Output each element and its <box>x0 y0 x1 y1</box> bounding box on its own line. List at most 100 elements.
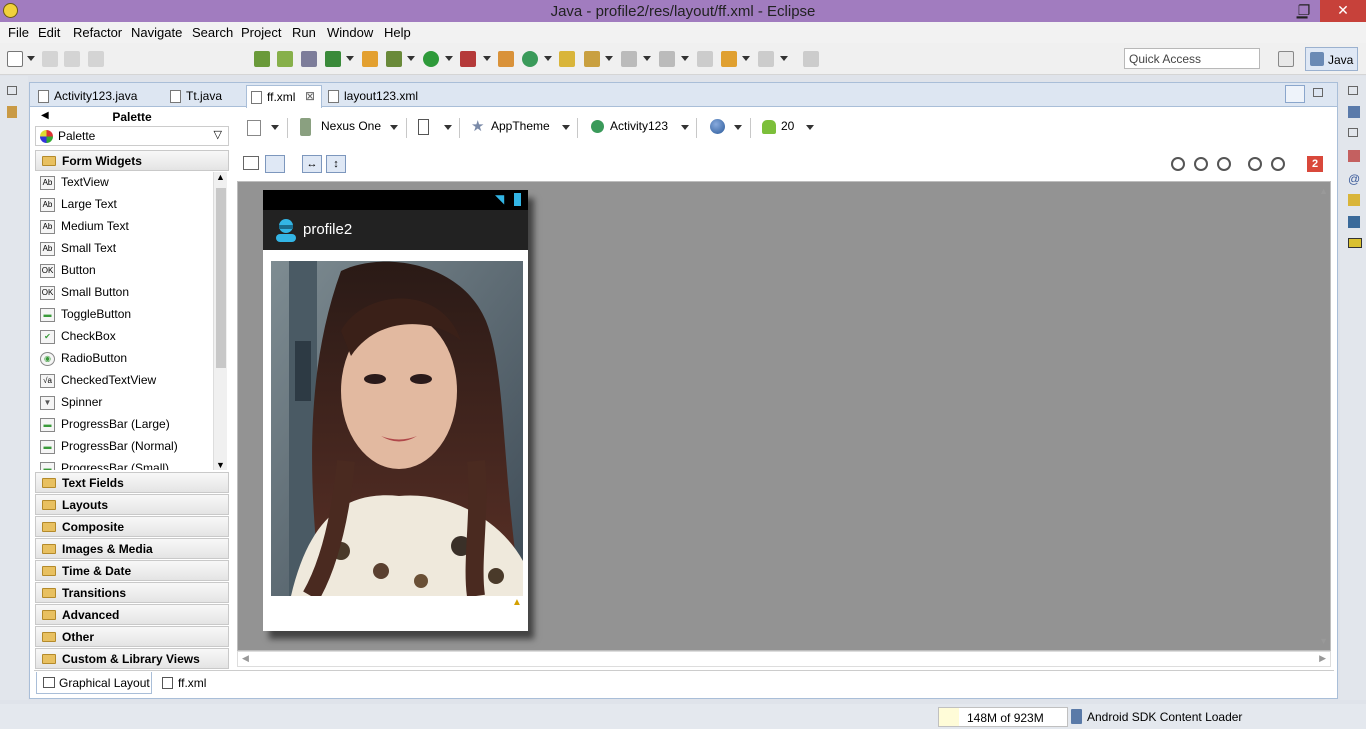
java-perspective-button[interactable]: Java <box>1305 47 1358 71</box>
android-avd-manager-icon[interactable] <box>277 51 293 67</box>
trash-gc-icon[interactable] <box>1071 709 1082 724</box>
palette-item-small-text[interactable]: Ab Small Text <box>35 238 211 260</box>
layout-canvas[interactable]: ◥ profile2 ▲ ▲ ▼ <box>237 181 1331 651</box>
previous-annotation-dropdown-icon[interactable] <box>681 56 689 61</box>
zoom-minus-icon[interactable] <box>1248 157 1262 171</box>
device-select[interactable]: Nexus One <box>321 119 381 133</box>
console-icon[interactable] <box>1348 216 1360 228</box>
palette-item-radiobutton[interactable]: ◉ RadioButton <box>35 348 211 370</box>
device-preview[interactable]: ◥ profile2 ▲ <box>263 190 528 631</box>
palette-item-checkedtextview[interactable]: √a CheckedTextView <box>35 370 211 392</box>
zoom-out-icon[interactable] <box>1171 157 1185 171</box>
tab-ff-xml[interactable]: ff.xml ⊠ <box>246 85 322 108</box>
palette-header[interactable]: ◀ Palette <box>35 110 229 124</box>
maximize-button[interactable]: ❐ <box>1290 0 1318 22</box>
tab-activity123-java[interactable]: Activity123.java <box>34 85 164 107</box>
logcat-icon[interactable] <box>1348 238 1362 248</box>
palette-item-large-text[interactable]: Ab Large Text <box>35 194 211 216</box>
activity-dropdown-icon[interactable] <box>681 125 689 130</box>
orientation-icon[interactable] <box>418 119 429 135</box>
api-dropdown-icon[interactable] <box>806 125 814 130</box>
new-java-class-icon[interactable] <box>522 51 538 67</box>
new-dropdown-icon[interactable] <box>27 56 35 61</box>
package-explorer-icon[interactable] <box>7 106 17 118</box>
category-form-widgets[interactable]: Form Widgets <box>35 150 229 171</box>
category-transitions[interactable]: Transitions <box>35 582 229 603</box>
lint-icon[interactable] <box>301 51 317 67</box>
search-icon[interactable] <box>584 51 600 67</box>
run-icon[interactable] <box>423 51 439 67</box>
open-type-icon[interactable] <box>559 51 575 67</box>
menu-help[interactable]: Help <box>384 25 411 40</box>
menu-refactor[interactable]: Refactor <box>73 25 122 40</box>
restore-right-view-2-icon[interactable] <box>1348 128 1358 137</box>
theme-select[interactable]: AppTheme <box>491 119 550 133</box>
scroll-down-icon[interactable]: ▼ <box>216 460 225 470</box>
device-dropdown-icon[interactable] <box>390 125 398 130</box>
pin-editor-icon[interactable] <box>803 51 819 67</box>
palette-item-checkbox[interactable]: ✔ CheckBox <box>35 326 211 348</box>
external-tools-icon[interactable] <box>460 51 476 67</box>
heap-status[interactable]: 148M of 923M <box>938 707 1068 727</box>
back-icon[interactable] <box>721 51 737 67</box>
palette-item-spinner[interactable]: ▼ Spinner <box>35 392 211 414</box>
api-level-select[interactable]: 20 <box>781 119 794 133</box>
menu-search[interactable]: Search <box>192 25 233 40</box>
toggle-layout-icon[interactable] <box>265 155 285 173</box>
collapse-palette-icon[interactable]: ◀ <box>41 110 49 121</box>
tab-tt-java[interactable]: Tt.java <box>166 85 244 107</box>
palette-item-textview[interactable]: Ab TextView <box>35 172 211 194</box>
tab-xml-source[interactable]: ff.xml <box>156 672 216 694</box>
canvas-scroll-down-icon[interactable]: ▼ <box>1319 636 1328 646</box>
tab-layout123-xml[interactable]: layout123.xml <box>324 85 454 107</box>
category-other[interactable]: Other <box>35 626 229 647</box>
new-java-package-icon[interactable] <box>498 51 514 67</box>
restore-view-icon[interactable] <box>7 86 17 95</box>
android-sdk-manager-icon[interactable] <box>254 51 270 67</box>
config-dropdown-icon[interactable] <box>271 125 279 130</box>
search-dropdown-icon[interactable] <box>605 56 613 61</box>
run-dropdown-icon[interactable] <box>445 56 453 61</box>
next-annotation-dropdown-icon[interactable] <box>643 56 651 61</box>
zoom-actual-icon[interactable] <box>1217 157 1231 171</box>
print-icon[interactable] <box>88 51 104 67</box>
scroll-thumb[interactable] <box>216 188 226 368</box>
zoom-plus-icon[interactable] <box>1271 157 1285 171</box>
last-edit-icon[interactable] <box>697 51 713 67</box>
profile-imageview[interactable] <box>271 261 523 596</box>
fill-height-icon[interactable]: ↕ <box>326 155 346 173</box>
palette-item-small-button[interactable]: OK Small Button <box>35 282 211 304</box>
category-custom-library-views[interactable]: Custom & Library Views <box>35 648 229 669</box>
canvas-scroll-up-icon[interactable]: ▲ <box>1319 186 1328 196</box>
menu-run[interactable]: Run <box>292 25 316 40</box>
zoom-fit-icon[interactable] <box>1194 157 1208 171</box>
scroll-left-icon[interactable]: ◀ <box>242 653 249 664</box>
close-button[interactable]: ✕ <box>1320 0 1366 22</box>
next-annotation-icon[interactable] <box>621 51 637 67</box>
outline-icon[interactable] <box>1348 106 1360 118</box>
fill-width-icon[interactable]: ↔ <box>302 155 322 173</box>
category-time-date[interactable]: Time & Date <box>35 560 229 581</box>
tab-graphical-layout[interactable]: Graphical Layout <box>36 672 152 694</box>
external-tools-dropdown-icon[interactable] <box>483 56 491 61</box>
locale-globe-icon[interactable] <box>710 119 725 134</box>
canvas-horizontal-scrollbar[interactable]: ◀ ▶ <box>237 651 1331 667</box>
quick-access-input[interactable]: Quick Access <box>1124 48 1260 69</box>
category-images-media[interactable]: Images & Media <box>35 538 229 559</box>
scroll-right-icon[interactable]: ▶ <box>1319 653 1326 664</box>
menu-project[interactable]: Project <box>241 25 281 40</box>
debug-icon[interactable] <box>386 51 402 67</box>
restore-right-view-icon[interactable] <box>1348 86 1358 95</box>
config-chooser-icon[interactable] <box>247 120 261 136</box>
minimize-editor-icon[interactable] <box>1285 85 1305 103</box>
palette-item-progressbar-small[interactable]: ▬ ProgressBar (Small) <box>35 458 211 470</box>
category-text-fields[interactable]: Text Fields <box>35 472 229 493</box>
check-dropdown-icon[interactable] <box>346 56 354 61</box>
declaration-icon[interactable] <box>1348 194 1360 206</box>
menu-file[interactable]: File <box>8 25 29 40</box>
menu-window[interactable]: Window <box>327 25 373 40</box>
scroll-up-icon[interactable]: ▲ <box>216 172 225 182</box>
category-layouts[interactable]: Layouts <box>35 494 229 515</box>
back-dropdown-icon[interactable] <box>742 56 750 61</box>
palette-item-medium-text[interactable]: Ab Medium Text <box>35 216 211 238</box>
